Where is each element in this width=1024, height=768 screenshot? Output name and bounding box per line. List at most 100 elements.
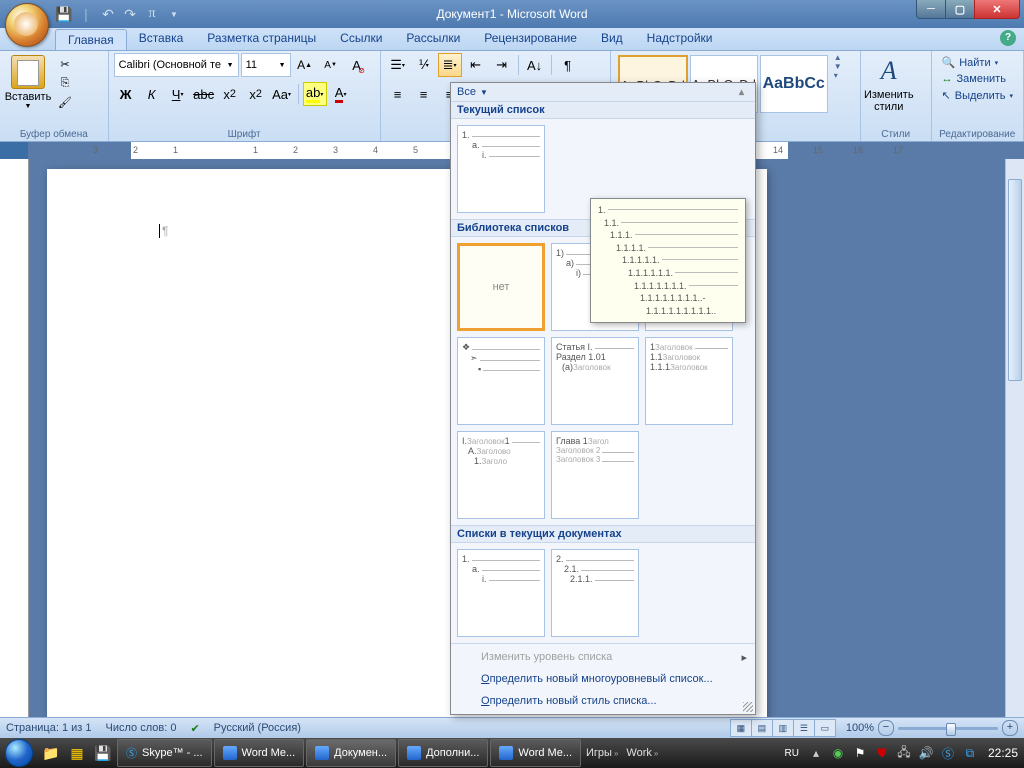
page-count[interactable]: Страница: 1 из 1 bbox=[6, 722, 92, 734]
styles-more-icon[interactable]: ▾ bbox=[834, 71, 842, 80]
styles-up-icon[interactable]: ▲ bbox=[834, 53, 842, 62]
view-draft[interactable]: ▭ bbox=[814, 719, 836, 737]
highlight-button[interactable]: ab▾ bbox=[303, 82, 327, 106]
taskbar-word2[interactable]: Word Me... bbox=[490, 739, 581, 767]
tray-up-icon[interactable]: ▴ bbox=[808, 745, 824, 761]
tab-home[interactable]: Главная bbox=[55, 29, 127, 50]
zoom-in-button[interactable]: + bbox=[1002, 720, 1018, 736]
format-painter-icon[interactable]: 🖌 bbox=[55, 93, 75, 111]
taskbar-work-toolbar[interactable]: Work» bbox=[622, 747, 662, 759]
font-name-select[interactable]: Calibri (Основной те▼ bbox=[114, 53, 239, 77]
view-print-layout[interactable]: ▦ bbox=[730, 719, 752, 737]
list-doc-1[interactable]: 1. a. i. bbox=[457, 549, 545, 637]
bullets-button[interactable]: ☰▾ bbox=[386, 53, 410, 77]
language[interactable]: Русский (Россия) bbox=[214, 722, 301, 734]
resize-grip[interactable] bbox=[743, 702, 753, 712]
view-fullscreen[interactable]: ▤ bbox=[751, 719, 773, 737]
list-doc-2[interactable]: 2. 2.1. 2.1.1. bbox=[551, 549, 639, 637]
select-button[interactable]: ↖Выделить▾ bbox=[939, 88, 1016, 103]
qat-dropdown-icon[interactable]: ▼ bbox=[165, 5, 183, 23]
language-indicator[interactable]: RU bbox=[782, 747, 802, 760]
tab-layout[interactable]: Разметка страницы bbox=[195, 28, 328, 50]
copy-icon[interactable]: ⎘ bbox=[55, 74, 75, 92]
show-marks-button[interactable]: ¶ bbox=[556, 53, 580, 77]
increase-indent-button[interactable]: ⇥ bbox=[490, 53, 514, 77]
tray-shield-icon[interactable]: ⛊ bbox=[874, 745, 890, 761]
list-style-article[interactable]: Статья I. Раздел 1.01 (a) Заголовок bbox=[551, 337, 639, 425]
superscript-button[interactable]: x2 bbox=[244, 82, 268, 106]
align-left-button[interactable]: ≡ bbox=[386, 82, 410, 106]
tab-view[interactable]: Вид bbox=[589, 28, 635, 50]
tray-flag-icon[interactable]: ⚑ bbox=[852, 745, 868, 761]
zoom-level[interactable]: 100% bbox=[846, 722, 874, 734]
list-style-bullets[interactable]: ❖ ➣ ▪ bbox=[457, 337, 545, 425]
font-color-button[interactable]: A▾ bbox=[329, 82, 353, 106]
close-button[interactable]: ✕ bbox=[974, 0, 1020, 19]
align-center-button[interactable]: ≡ bbox=[412, 82, 436, 106]
style-heading1[interactable]: AaBbCc bbox=[760, 55, 828, 113]
tray-volume-icon[interactable]: 🔊 bbox=[918, 745, 934, 761]
vertical-ruler[interactable] bbox=[0, 159, 29, 718]
gallery-filter[interactable]: Все▼ bbox=[451, 83, 755, 101]
tray-utorrent-icon[interactable]: ◉ bbox=[830, 745, 846, 761]
vertical-scrollbar[interactable] bbox=[1005, 159, 1024, 718]
underline-button[interactable]: Ч▾ bbox=[166, 82, 190, 106]
shrink-font-icon[interactable]: A▼ bbox=[319, 53, 343, 77]
view-web[interactable]: ▥ bbox=[772, 719, 794, 737]
grow-font-icon[interactable]: A▲ bbox=[293, 53, 317, 77]
tab-mailings[interactable]: Рассылки bbox=[394, 28, 472, 50]
define-new-list-style[interactable]: Определить новый стиль списка... bbox=[451, 690, 755, 712]
numbering-button[interactable]: ⅟▾ bbox=[412, 53, 436, 77]
tray-network-icon[interactable]: 🖧 bbox=[896, 745, 912, 761]
sort-button[interactable]: A↓ bbox=[523, 53, 547, 77]
pinned-explorer[interactable]: 📁 bbox=[39, 740, 63, 766]
pin-icon[interactable]: ▴ bbox=[739, 87, 751, 99]
list-style-chapter[interactable]: Глава 1 Загол Заголовок 2 Заголовок 3 bbox=[551, 431, 639, 519]
pinned-tc[interactable]: ▦ bbox=[65, 740, 89, 766]
save-icon[interactable]: 💾 bbox=[55, 5, 73, 23]
tab-insert[interactable]: Вставка bbox=[127, 28, 196, 50]
undo-icon[interactable]: ↶ bbox=[99, 5, 117, 23]
taskbar-document[interactable]: Докумен... bbox=[306, 739, 396, 767]
list-style-none[interactable]: нет bbox=[457, 243, 545, 331]
taskbar-games-toolbar[interactable]: Игры» bbox=[582, 747, 622, 759]
cut-icon[interactable]: ✂ bbox=[55, 55, 75, 73]
taskbar-skype[interactable]: ⓈSkype™ - ... bbox=[117, 739, 212, 767]
list-style-11heading[interactable]: 1 Заголовок 1.1 Заголовок 1.1.1 Заголово… bbox=[645, 337, 733, 425]
tab-references[interactable]: Ссылки bbox=[328, 28, 394, 50]
taskbar-word1[interactable]: Word Me... bbox=[214, 739, 305, 767]
tab-addins[interactable]: Надстройки bbox=[635, 28, 725, 50]
list-preview-current[interactable]: 1. a. i. bbox=[457, 125, 545, 213]
pi-icon[interactable]: π bbox=[143, 5, 161, 23]
multilevel-list-button[interactable]: ≣▾ bbox=[438, 53, 462, 77]
define-new-multilevel[interactable]: ООпределить новый многоуровневый список.… bbox=[451, 668, 755, 690]
minimize-button[interactable]: ─ bbox=[916, 0, 946, 19]
spell-check-icon[interactable]: ✔ bbox=[190, 722, 199, 735]
tray-dropbox-icon[interactable]: ⧉ bbox=[962, 745, 978, 761]
styles-down-icon[interactable]: ▼ bbox=[834, 62, 842, 71]
strike-button[interactable]: abc bbox=[192, 82, 216, 106]
help-icon[interactable]: ? bbox=[1000, 30, 1016, 46]
italic-button[interactable]: К bbox=[140, 82, 164, 106]
tab-review[interactable]: Рецензирование bbox=[472, 28, 589, 50]
view-outline[interactable]: ☰ bbox=[793, 719, 815, 737]
replace-button[interactable]: ↔Заменить bbox=[939, 72, 1016, 86]
change-case-button[interactable]: Aa▾ bbox=[270, 82, 294, 106]
scrollbar-thumb[interactable] bbox=[1008, 179, 1022, 381]
clear-format-icon[interactable]: A⊘ bbox=[345, 53, 369, 77]
zoom-slider[interactable] bbox=[898, 727, 998, 730]
zoom-out-button[interactable]: − bbox=[878, 720, 894, 736]
clock[interactable]: 22:25 bbox=[988, 746, 1018, 760]
zoom-slider-knob[interactable] bbox=[946, 723, 956, 736]
bold-button[interactable]: Ж bbox=[114, 82, 138, 106]
find-button[interactable]: 🔍Найти▾ bbox=[939, 55, 1016, 70]
start-button[interactable] bbox=[0, 738, 38, 768]
decrease-indent-button[interactable]: ⇤ bbox=[464, 53, 488, 77]
redo-icon[interactable]: ↷ bbox=[121, 5, 139, 23]
word-count[interactable]: Число слов: 0 bbox=[106, 722, 177, 734]
paste-button[interactable]: Вставить ▼ bbox=[5, 53, 51, 112]
font-size-select[interactable]: 11▼ bbox=[241, 53, 291, 77]
pinned-save[interactable]: 💾 bbox=[91, 740, 115, 766]
list-style-roman-heading[interactable]: I. Заголовок 1 A. Заголово 1. Заголо bbox=[457, 431, 545, 519]
office-button[interactable] bbox=[5, 3, 49, 47]
